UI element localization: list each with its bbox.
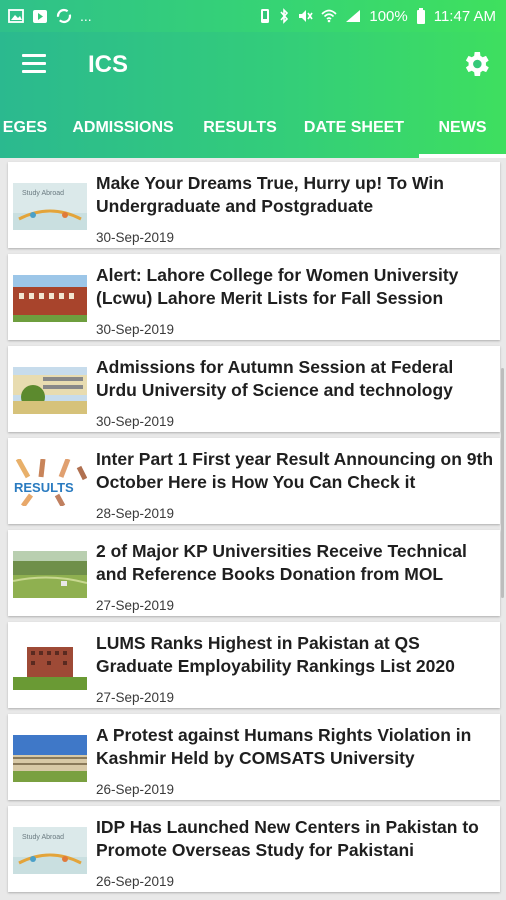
news-date: 27-Sep-2019 (96, 690, 175, 705)
news-card[interactable]: A Protest against Humans Rights Violatio… (8, 714, 500, 800)
news-title: Alert: Lahore College for Women Universi… (96, 265, 459, 308)
news-title: LUMS Ranks Highest in Pakistan at QS Gra… (96, 633, 455, 676)
tab-admissions[interactable]: ADMISSIONS (66, 98, 180, 158)
news-date: 28-Sep-2019 (96, 506, 175, 521)
news-thumbnail-university (13, 735, 87, 782)
news-title: IDP Has Launched New Centers in Pakistan… (96, 817, 479, 860)
news-thumbnail-tower (13, 643, 87, 690)
news-card[interactable]: 2 of Major KP Universities Receive Techn… (8, 530, 500, 616)
vibrate-icon (261, 9, 270, 23)
news-card[interactable]: Study Abroad Make Your Dreams True, Hurr… (8, 162, 500, 248)
news-card[interactable]: LUMS Ranks Highest in Pakistan at QS Gra… (8, 622, 500, 708)
scrollbar[interactable] (501, 368, 504, 598)
status-right: 100% 11:47 AM (259, 8, 496, 25)
news-thumbnail-results: RESULTS (13, 459, 87, 506)
news-card[interactable]: Study Abroad IDP Has Launched New Center… (8, 806, 500, 892)
clock: 11:47 AM (433, 7, 496, 25)
news-title: 2 of Major KP Universities Receive Techn… (96, 541, 467, 584)
tab-results[interactable]: RESULTS (198, 98, 282, 158)
study-abroad-text: Study Abroad (22, 834, 64, 841)
news-card[interactable]: Alert: Lahore College for Women Universi… (8, 254, 500, 340)
news-title: A Protest against Humans Rights Violatio… (96, 725, 472, 768)
more-notifications: ... (80, 8, 92, 24)
wifi-icon (321, 9, 337, 23)
news-date: 26-Sep-2019 (96, 874, 175, 889)
hamburger-menu-icon[interactable] (22, 54, 48, 74)
tab-news[interactable]: NEWS (419, 98, 506, 158)
toolbar: ICS (0, 32, 506, 98)
news-date: 30-Sep-2019 (96, 414, 175, 429)
bluetooth-icon (280, 8, 289, 24)
news-date: 27-Sep-2019 (96, 598, 175, 613)
news-title: Make Your Dreams True, Hurry up! To Win … (96, 173, 444, 216)
tab-bar: EGES ADMISSIONS RESULTS DATE SHEET NEWS (0, 98, 506, 158)
news-date: 26-Sep-2019 (96, 782, 175, 797)
signal-icon (346, 10, 361, 22)
status-left: ... (8, 8, 92, 24)
news-thumbnail-campus (13, 367, 87, 414)
news-title: Inter Part 1 First year Result Announcin… (96, 449, 494, 492)
tab-colleges[interactable]: EGES (0, 98, 50, 158)
news-card[interactable]: RESULTS Inter Part 1 First year Result A… (8, 438, 500, 524)
sync-icon (56, 8, 72, 24)
results-text: RESULTS (14, 480, 74, 495)
app-bar: ICS EGES ADMISSIONS RESULTS DATE SHEET N… (0, 32, 506, 158)
battery-icon (416, 8, 425, 24)
app-title: ICS (88, 51, 129, 78)
settings-gear-icon[interactable] (460, 48, 492, 80)
news-title: Admissions for Autumn Session at Federal… (96, 357, 454, 400)
news-date: 30-Sep-2019 (96, 230, 175, 245)
study-abroad-text: Study Abroad (22, 190, 64, 197)
play-store-icon (33, 10, 47, 23)
news-thumbnail-study-abroad: Study Abroad (13, 827, 87, 874)
news-date: 30-Sep-2019 (96, 322, 175, 337)
tab-date-sheet[interactable]: DATE SHEET (298, 98, 410, 158)
news-thumbnail-building (13, 275, 87, 322)
status-bar: ... 100% 11:47 AM (0, 0, 506, 32)
image-icon (8, 9, 24, 23)
mute-icon (299, 10, 314, 22)
news-list[interactable]: Study Abroad Make Your Dreams True, Hurr… (0, 158, 506, 900)
news-thumbnail-study-abroad: Study Abroad (13, 183, 87, 230)
news-thumbnail-landscape (13, 551, 87, 598)
battery-percent: 100% (369, 7, 408, 25)
news-card[interactable]: Admissions for Autumn Session at Federal… (8, 346, 500, 432)
